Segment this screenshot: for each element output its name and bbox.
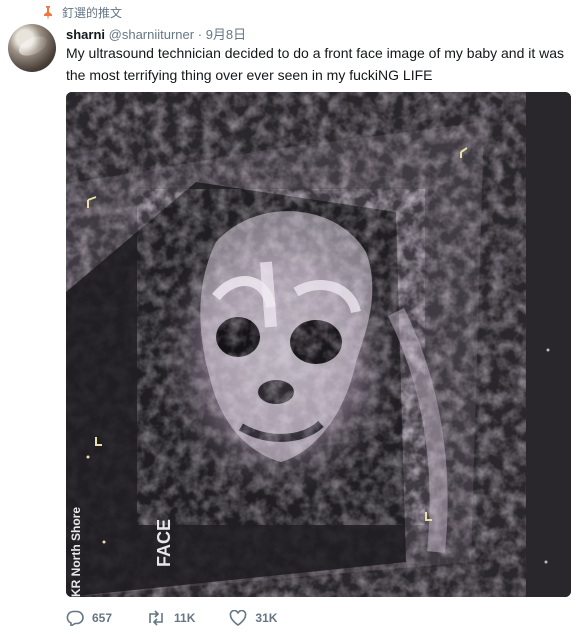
heart-icon [229, 610, 247, 626]
pinned-tweet-indicator: 釘選的推文 [42, 4, 122, 21]
like-count: 31K [255, 611, 278, 625]
retweet-count: 11K [174, 611, 196, 625]
header-separator: · [197, 27, 203, 42]
retweet-button[interactable]: 11K [146, 610, 195, 626]
like-button[interactable]: 31K [229, 610, 277, 626]
image-label-face: FACE [154, 519, 174, 567]
image-label-hospital: KR North Shore [69, 507, 83, 597]
pin-icon [42, 5, 54, 20]
ultrasound-photo: FACE KR North Shore [66, 92, 571, 597]
tweet-date[interactable]: 9月8日 [206, 27, 246, 42]
tweet-actions: 657 11K 31K [66, 610, 311, 626]
reply-button[interactable]: 657 [66, 610, 112, 626]
avatar[interactable] [8, 24, 56, 72]
tweet-text: My ultrasound technician decided to do a… [66, 45, 565, 83]
reply-icon [66, 610, 84, 626]
reply-count: 657 [92, 611, 113, 625]
author-handle[interactable]: @sharniiturner [109, 27, 194, 42]
tweet-media-image[interactable]: FACE KR North Shore [66, 92, 571, 597]
retweet-icon [146, 610, 166, 626]
tweet-header: sharni @sharniiturner · 9月8日 [66, 24, 246, 43]
author-name[interactable]: sharni [66, 27, 105, 42]
pinned-label: 釘選的推文 [62, 6, 123, 20]
